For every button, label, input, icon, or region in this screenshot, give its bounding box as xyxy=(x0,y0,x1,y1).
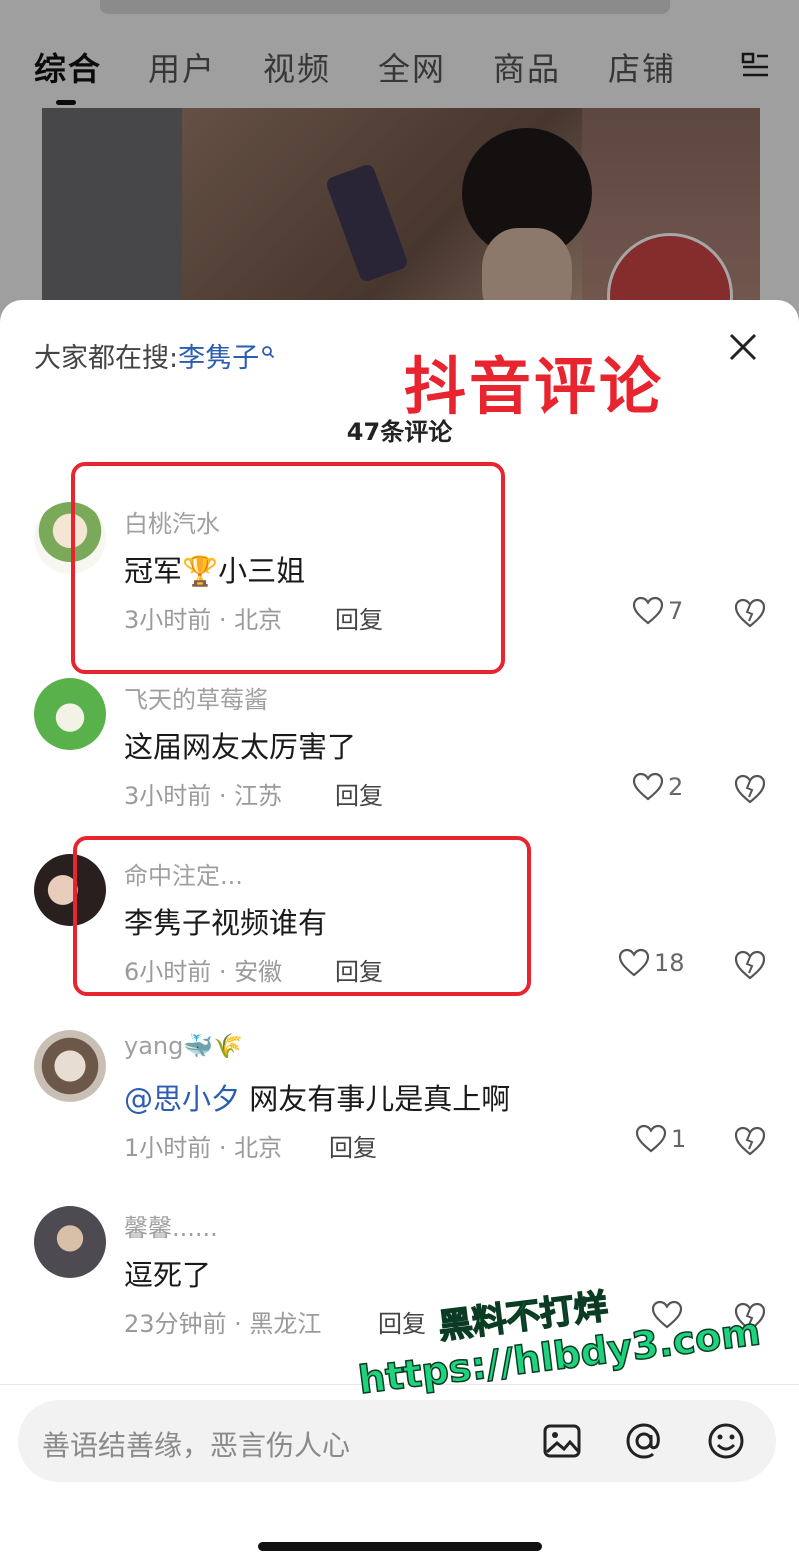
comment-item: yang🐳🌾 @思小夕 网友有事儿是真上啊 1小时前 · 北京 回复 1 xyxy=(0,1024,799,1184)
background-search-page: 综合 用户 视频 全网 商品 店铺 xyxy=(0,0,799,338)
comment-input-placeholder: 善语结善缘，恶言伤人心 xyxy=(42,1429,351,1462)
comment-username[interactable]: yang🐳🌾 xyxy=(124,1032,243,1060)
comment-text-body: 网友有事儿是真上啊 xyxy=(240,1082,511,1116)
comment-meta: 3小时前 · 江苏 xyxy=(124,782,283,810)
dislike-icon[interactable] xyxy=(733,1125,767,1157)
highlight-box xyxy=(71,462,505,674)
like-button[interactable]: 2 xyxy=(632,772,683,806)
heart-icon xyxy=(618,948,650,977)
comment-count: 47条评论 xyxy=(346,418,453,446)
dim-overlay[interactable] xyxy=(0,0,799,330)
like-button[interactable]: 18 xyxy=(618,948,685,982)
comment-sheet: 大家都在搜:李隽子 抖音评论 47条评论 白桃汽水 冠军🏆小三姐 3小时前 · … xyxy=(0,300,799,1568)
dislike-icon[interactable] xyxy=(733,949,767,981)
heart-icon xyxy=(632,596,664,625)
comment-username[interactable]: 飞天的草莓酱 xyxy=(124,680,268,715)
highlight-box xyxy=(73,836,531,996)
comment-meta: 1小时前 · 北京 xyxy=(124,1134,283,1162)
avatar[interactable] xyxy=(34,1030,106,1102)
mention-link[interactable]: @思小夕 xyxy=(124,1082,240,1116)
dislike-icon[interactable] xyxy=(733,597,767,629)
comment-meta: 23分钟前 · 黑龙江 xyxy=(124,1310,322,1338)
reply-button[interactable]: 回复 xyxy=(329,1128,377,1163)
like-button[interactable]: 1 xyxy=(635,1124,686,1158)
hot-search[interactable]: 大家都在搜:李隽子 xyxy=(34,336,275,375)
dislike-icon[interactable] xyxy=(733,773,767,805)
like-count: 18 xyxy=(654,949,685,977)
at-mention-icon[interactable] xyxy=(624,1421,664,1461)
avatar[interactable] xyxy=(34,1206,106,1278)
heart-icon xyxy=(635,1124,667,1153)
like-count: 7 xyxy=(668,597,684,625)
comment-text: 逗死了 xyxy=(124,1258,212,1292)
comment-item: 飞天的草莓酱 这届网友太厉害了 3小时前 · 江苏 回复 2 xyxy=(0,672,799,832)
comment-input[interactable]: 善语结善缘，恶言伤人心 xyxy=(18,1400,776,1482)
home-indicator[interactable] xyxy=(258,1542,542,1551)
comment-text: @思小夕 网友有事儿是真上啊 xyxy=(124,1076,510,1118)
close-icon[interactable] xyxy=(726,330,760,364)
like-count: 2 xyxy=(668,773,684,801)
avatar[interactable] xyxy=(34,678,106,750)
comment-text: 这届网友太厉害了 xyxy=(124,730,357,764)
hot-search-label: 大家都在搜: xyxy=(34,343,179,374)
search-icon xyxy=(262,346,275,359)
hot-search-keyword[interactable]: 李隽子 xyxy=(178,343,259,374)
like-count: 1 xyxy=(671,1125,687,1153)
heart-icon xyxy=(632,772,664,801)
image-icon[interactable] xyxy=(542,1421,582,1461)
reply-button[interactable]: 回复 xyxy=(335,776,383,811)
like-button[interactable]: 7 xyxy=(632,596,683,630)
comment-username[interactable]: 馨馨...... xyxy=(124,1208,218,1243)
emoji-icon[interactable] xyxy=(706,1421,746,1461)
